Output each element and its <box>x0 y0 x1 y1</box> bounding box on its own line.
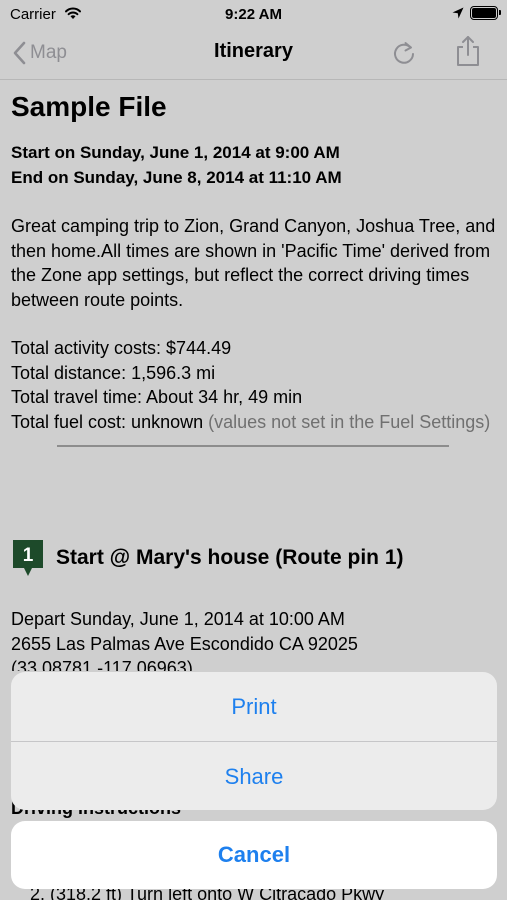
route-stop-header: 1 Start @ Mary's house (Route pin 1) <box>11 538 501 578</box>
stop-address: 2655 Las Palmas Ave Escondido CA 92025 <box>11 633 358 654</box>
total-distance: Total distance: 1,596.3 mi <box>11 362 216 383</box>
route-pin-icon: 1 <box>13 540 43 576</box>
total-travel-time: Total travel time: About 34 hr, 49 min <box>11 387 303 407</box>
refresh-icon[interactable] <box>390 38 418 68</box>
navigation-bar: Map Itinerary <box>0 28 507 80</box>
battery-icon <box>470 6 501 20</box>
share-icon[interactable] <box>454 34 482 68</box>
cancel-button[interactable]: Cancel <box>11 821 497 889</box>
stop-details: Depart Sunday, June 1, 2014 at 10:00 AM … <box>11 607 501 671</box>
route-pin-number: 1 <box>23 545 34 566</box>
print-button[interactable]: Print <box>11 672 497 741</box>
start-date: Start on Sunday, June 1, 2014 at 9:00 AM <box>11 143 340 162</box>
fuel-note: (values not set in the Fuel Settings) <box>208 411 491 432</box>
section-divider <box>57 445 449 447</box>
location-arrow-icon <box>452 7 464 19</box>
itinerary-content: Sample File Start on Sunday, June 1, 201… <box>11 88 501 447</box>
stop-coordinates: (33.08781,-117.06963) <box>11 658 193 671</box>
status-time: 9:22 AM <box>225 6 282 23</box>
nav-title: Itinerary <box>214 40 293 62</box>
trip-dates: Start on Sunday, June 1, 2014 at 9:00 AM… <box>11 140 501 190</box>
action-sheet: Print Share <box>11 672 497 810</box>
share-button[interactable]: Share <box>11 742 497 810</box>
end-date: End on Sunday, June 8, 2014 at 11:10 AM <box>11 168 342 187</box>
trip-description: Great camping trip to Zion, Grand Canyon… <box>11 216 496 310</box>
document-title: Sample File <box>11 91 167 122</box>
stop-depart: Depart Sunday, June 1, 2014 at 10:00 AM <box>11 609 345 629</box>
total-fuel-label: Total fuel cost: unknown <box>11 411 204 432</box>
total-activity-costs: Total activity costs: $744.49 <box>11 338 232 358</box>
stop-title: Start @ Mary's house (Route pin 1) <box>56 546 404 569</box>
status-bar: Carrier 9:22 AM <box>0 0 507 28</box>
trip-totals: Total activity costs: $744.49 Total dist… <box>11 336 501 434</box>
total-fuel-cost: Total fuel cost: unknown (values not set… <box>11 410 501 435</box>
